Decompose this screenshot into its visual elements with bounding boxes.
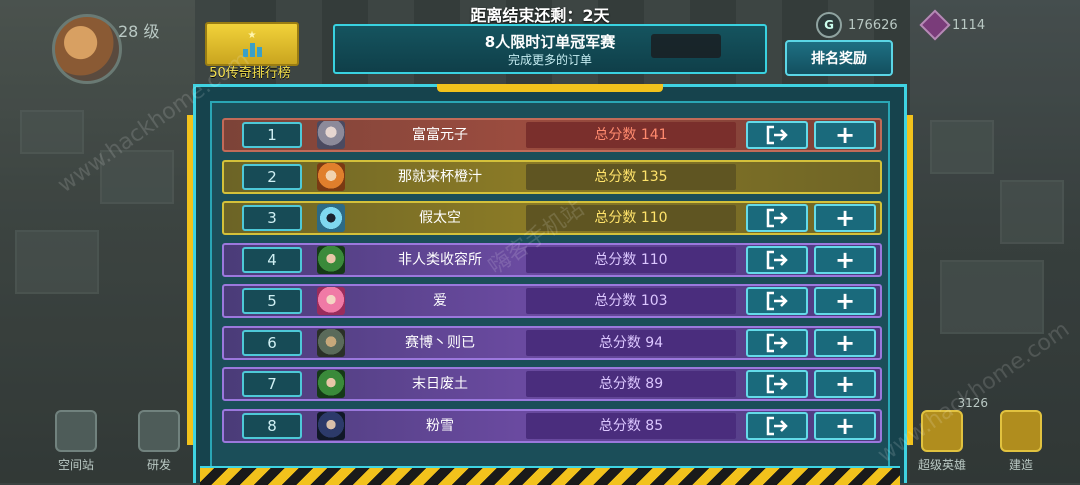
nav-space-station-label: 空间站	[57, 458, 94, 472]
plus-icon: +	[834, 411, 856, 440]
player-name: 富富元子	[412, 127, 468, 143]
add-friend-button[interactable]: +	[814, 121, 876, 149]
event-banner: 8人限时订单冠军赛 完成更多的订单	[333, 24, 767, 74]
player-name: 末日废土	[412, 376, 468, 392]
player-score: 总分数 110	[526, 246, 736, 273]
event-subtitle: 完成更多的订单	[507, 53, 592, 67]
exit-arrow-icon	[766, 291, 788, 311]
plus-icon: +	[834, 370, 856, 398]
add-friend-button[interactable]: +	[814, 204, 876, 232]
rank-reward-button[interactable]: 排名奖励	[785, 40, 893, 76]
visit-button[interactable]	[746, 121, 808, 149]
pink-hair-avatar[interactable]	[317, 287, 345, 315]
leaderboard-row[interactable]: 4 非人类收容所 总分数 110 +	[222, 242, 882, 277]
dark-hair-avatar[interactable]	[317, 411, 345, 440]
nav-space-station[interactable]: 空间站	[55, 410, 97, 473]
leaderboard-row[interactable]: 6 赛博丶则已 总分数 94 +	[222, 325, 882, 360]
leaderboard-row[interactable]: 8 粉雪 总分数 85 +	[222, 408, 882, 443]
player-score: 总分数 135	[526, 163, 736, 190]
rank-number: 6	[242, 329, 302, 356]
hazard-stripe	[200, 466, 900, 485]
robot-avatar[interactable]	[317, 204, 345, 232]
nav-research[interactable]: 研发	[138, 410, 180, 473]
add-friend-button[interactable]: +	[814, 328, 876, 357]
visit-button[interactable]	[746, 411, 808, 440]
add-friend-button[interactable]: +	[814, 245, 876, 274]
panel-top-accent	[437, 84, 663, 92]
exit-arrow-icon	[766, 374, 788, 394]
rank-number: 5	[242, 288, 302, 314]
player-name: 假太空	[419, 210, 461, 226]
rank-number: 4	[242, 246, 302, 273]
player-name: 粉雪	[426, 417, 454, 434]
leaderboard-row[interactable]: 2 那就来杯橙汁 总分数 135	[222, 159, 882, 194]
event-title: 8人限时订单冠军赛	[484, 33, 616, 51]
visit-button[interactable]	[746, 287, 808, 315]
player-score: 总分数 141	[526, 122, 736, 148]
panel-right-accent	[907, 115, 913, 445]
visit-button[interactable]	[746, 245, 808, 274]
nav-super-hero-label: 超级英雄	[918, 458, 967, 472]
add-friend-button[interactable]: +	[814, 411, 876, 440]
visit-button[interactable]	[746, 328, 808, 357]
nav-research-label: 研发	[146, 458, 171, 472]
plus-icon: +	[834, 287, 856, 315]
exit-arrow-icon	[766, 416, 788, 435]
rank-number: 1	[242, 122, 302, 148]
orange-hair-avatar[interactable]	[317, 162, 345, 191]
rank-number: 2	[242, 163, 302, 190]
exit-arrow-icon	[766, 333, 788, 352]
green-hair-avatar[interactable]	[317, 245, 345, 274]
nav-build[interactable]: 建造	[1000, 410, 1042, 473]
exit-arrow-icon	[766, 208, 788, 228]
player-name: 爱	[433, 293, 447, 309]
player-score: 总分数 85	[526, 412, 736, 439]
nav-build-label: 建造	[1008, 458, 1033, 472]
rank-number: 3	[242, 205, 302, 231]
research-icon	[138, 410, 180, 452]
exit-arrow-icon	[766, 125, 788, 145]
plus-icon: +	[834, 204, 856, 232]
player-score: 总分数 103	[526, 288, 736, 314]
visit-button[interactable]	[746, 204, 808, 232]
plus-icon: +	[834, 245, 856, 274]
player-score: 总分数 89	[526, 371, 736, 397]
visit-button[interactable]	[746, 370, 808, 398]
rank-number: 7	[242, 371, 302, 397]
build-icon	[1000, 410, 1042, 452]
green-hair-avatar[interactable]	[317, 370, 345, 398]
leaderboard-row[interactable]: 7 末日废土 总分数 89 +	[222, 367, 882, 401]
leaderboard-row[interactable]: 1 富富元子 总分数 141 +	[222, 118, 882, 152]
leaderboard-row[interactable]: 5 爱 总分数 103 +	[222, 284, 882, 318]
rank-number: 8	[242, 412, 302, 439]
plus-icon: +	[834, 121, 856, 149]
player-name: 赛博丶则已	[405, 334, 475, 351]
add-friend-button[interactable]: +	[814, 370, 876, 398]
player-name: 那就来杯橙汁	[398, 168, 482, 185]
plus-icon: +	[834, 328, 856, 357]
add-friend-button[interactable]: +	[814, 287, 876, 315]
exit-arrow-icon	[766, 250, 788, 269]
gray-haired-girl-avatar[interactable]	[317, 121, 345, 149]
masked-avatar[interactable]	[317, 328, 345, 357]
player-score: 总分数 94	[526, 329, 736, 356]
panel-left-accent	[187, 115, 193, 445]
space-station-icon	[55, 410, 97, 452]
star-icon: ★	[247, 30, 257, 41]
legend-ranking-badge[interactable]: ★	[205, 22, 299, 66]
countdown-text: 距离结束还剩：2天	[470, 6, 610, 25]
